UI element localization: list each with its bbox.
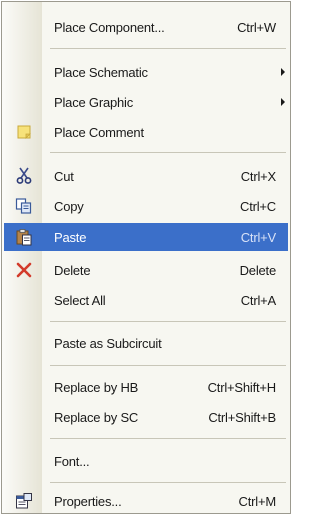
properties-icon xyxy=(15,492,33,510)
menu-item-label: Place Schematic xyxy=(54,64,148,80)
menu-item-label: Delete xyxy=(54,262,91,278)
menu-item-delete[interactable]: Delete Delete xyxy=(2,256,290,284)
menu-item-label: Select All xyxy=(54,292,106,308)
menu-item-shortcut: Ctrl+X xyxy=(240,168,276,184)
context-menu: Place Component... Ctrl+W Place Schemati… xyxy=(1,1,291,514)
menu-item-label: Place Component... xyxy=(54,19,165,35)
menu-separator xyxy=(50,438,286,439)
menu-item-place-schematic[interactable]: Place Schematic xyxy=(2,58,290,86)
menu-item-label: Replace by HB xyxy=(54,379,139,395)
menu-item-shortcut: Ctrl+W xyxy=(237,19,276,35)
menu-item-font[interactable]: Font... xyxy=(2,447,290,475)
paste-icon xyxy=(15,228,33,246)
menu-separator xyxy=(50,48,286,49)
menu-separator xyxy=(50,152,286,153)
menu-separator xyxy=(50,321,286,322)
menu-item-shortcut: Ctrl+M xyxy=(238,493,277,509)
menu-item-label: Place Graphic xyxy=(54,94,134,110)
scissors-icon xyxy=(15,167,33,185)
menu-item-cut[interactable]: Cut Ctrl+X xyxy=(2,162,290,190)
menu-item-label: Cut xyxy=(54,168,74,184)
menu-item-properties[interactable]: Properties... Ctrl+M xyxy=(2,487,290,515)
menu-item-shortcut: Delete xyxy=(239,262,277,278)
delete-icon xyxy=(15,261,33,279)
menu-item-shortcut: Ctrl+Shift+B xyxy=(208,409,276,425)
comment-icon xyxy=(15,123,33,141)
menu-item-label: Replace by SC xyxy=(54,409,139,425)
menu-item-label: Paste xyxy=(54,229,87,245)
menu-item-label: Copy xyxy=(54,198,84,214)
menu-item-shortcut: Ctrl+C xyxy=(240,198,276,214)
menu-item-shortcut: Ctrl+V xyxy=(240,229,276,245)
menu-item-label: Paste as Subcircuit xyxy=(54,335,162,351)
menu-item-shortcut: Ctrl+Shift+H xyxy=(207,379,277,395)
menu-item-paste[interactable]: Paste Ctrl+V xyxy=(4,223,288,251)
menu-item-replace-by-hb[interactable]: Replace by HB Ctrl+Shift+H xyxy=(2,373,290,401)
menu-item-shortcut: Ctrl+A xyxy=(240,292,276,308)
menu-separator xyxy=(50,482,286,483)
menu-item-paste-as-subcircuit[interactable]: Paste as Subcircuit xyxy=(2,329,290,357)
menu-item-select-all[interactable]: Select All Ctrl+A xyxy=(2,286,290,314)
submenu-arrow-icon xyxy=(281,98,285,106)
submenu-arrow-icon xyxy=(281,68,285,76)
menu-item-place-component[interactable]: Place Component... Ctrl+W xyxy=(2,13,290,41)
menu-item-copy[interactable]: Copy Ctrl+C xyxy=(2,192,290,220)
menu-separator xyxy=(50,365,286,366)
copy-icon xyxy=(15,197,33,215)
menu-item-place-comment[interactable]: Place Comment xyxy=(2,118,290,146)
menu-item-replace-by-sc[interactable]: Replace by SC Ctrl+Shift+B xyxy=(2,403,290,431)
menu-item-place-graphic[interactable]: Place Graphic xyxy=(2,88,290,116)
menu-item-label: Place Comment xyxy=(54,124,144,140)
menu-item-label: Font... xyxy=(54,453,90,469)
menu-item-label: Properties... xyxy=(54,493,122,509)
